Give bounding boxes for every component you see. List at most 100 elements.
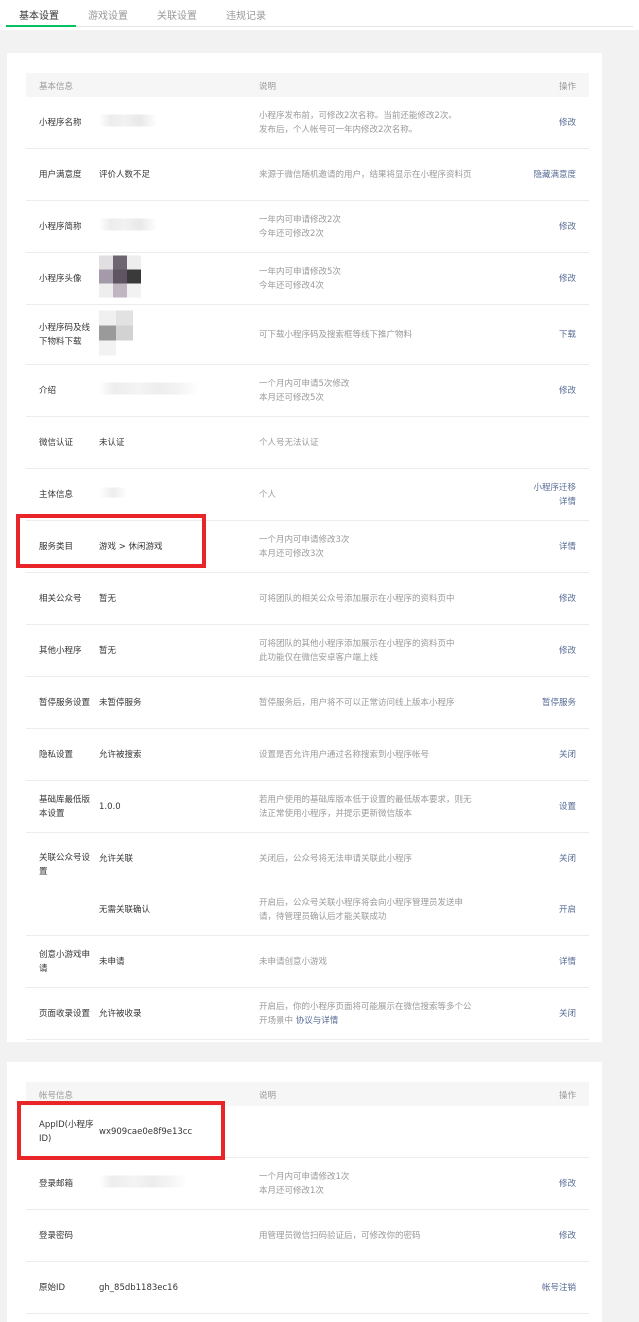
row-value: 评价人数不足 (99, 169, 151, 180)
row-label: 微信认证 (39, 437, 74, 448)
row-description: 可将团队的其他小程序添加展示在小程序的资料页中 此功能仅在微信安卓客户端上线 (259, 638, 455, 663)
set-min-version-link[interactable]: 设置 (559, 800, 576, 814)
hide-satisfaction-link[interactable]: 隐藏满意度 (533, 168, 576, 182)
edit-email-link[interactable]: 修改 (559, 1177, 576, 1191)
name-value-redacted (99, 114, 239, 131)
redacted-mask (99, 382, 199, 394)
edit-intro-link[interactable]: 修改 (559, 384, 576, 398)
row-link-official-account: 关联公众号设置 允许关联 关闭后，公众号将无法申请关联此小程序 关闭 (26, 833, 589, 884)
redacted-mask (99, 487, 127, 497)
row-creative-game: 创意小游戏申请 未申请 未申请创意小游戏 详情 (26, 936, 589, 988)
row-description: 开启后，你的小程序页面将可能展示在微信搜索等多个公 开场景中 协议与详情 (259, 1001, 472, 1026)
pause-service-link[interactable]: 暂停服务 (542, 696, 576, 710)
row-login-password: 登录密码 用管理员微信扫码验证后，可修改你的密码 修改 (26, 1210, 589, 1262)
row-introduction: 介绍 一个月内可申请5次修改 本月还可修改5次 修改 (26, 365, 589, 417)
intro-redacted (99, 382, 239, 399)
edit-related-account-link[interactable]: 修改 (559, 592, 576, 606)
header-account-info: 帐号信息 (39, 1091, 74, 1101)
row-description: 个人 (259, 489, 277, 500)
active-tab-indicator (6, 25, 76, 27)
protocol-details-link[interactable]: 协议与详情 (296, 1016, 339, 1026)
row-label: 页面收录设置 (39, 1008, 91, 1019)
row-label: 其他小程序 (39, 645, 82, 656)
row-description: 关闭后，公众号将无法申请关联此小程序 (259, 853, 413, 864)
row-qrcode-download: 小程序码及线下物料下载 可下载小程序码及搜索框等线下推广物料 下载 (26, 305, 589, 365)
highlight-box-service-category (16, 514, 206, 568)
row-page-indexing: 页面收录设置 允许被收录 开启后，你的小程序页面将可能展示在微信搜索等多个公 开场… (26, 988, 589, 1040)
row-label: 小程序简称 (39, 221, 82, 232)
row-value: 暂无 (99, 645, 117, 656)
row-description: 个人号无法认证 (259, 437, 319, 448)
creative-game-details-link[interactable]: 详情 (559, 955, 576, 969)
row-description: 一个月内可申请修改1次 本月还可修改1次 (259, 1171, 350, 1196)
redacted-mask (99, 218, 157, 230)
row-wechat-verification: 微信认证 未认证 个人号无法认证 (26, 417, 589, 469)
disable-search-link[interactable]: 关闭 (559, 748, 576, 762)
short-name-redacted (99, 218, 239, 235)
edit-avatar-link[interactable]: 修改 (559, 272, 576, 286)
row-label: 相关公众号 (39, 593, 82, 604)
row-description: 设置是否允许用户通过名称搜索到小程序帐号 (259, 749, 430, 760)
row-description: 一年内可申请修改5次 今年还可修改4次 (259, 266, 341, 291)
row-base-library-version: 基础库最低版本设置 1.0.0 若用户使用的基础库版本低于设置的最低版本要求，则… (26, 781, 589, 833)
redacted-mask (99, 1175, 187, 1187)
enable-confirmation-link[interactable]: 开启 (559, 903, 576, 917)
row-short-name: 小程序简称 一年内可申请修改2次 今年还可修改2次 修改 (26, 201, 589, 253)
row-value: 允许关联 (99, 853, 134, 864)
highlight-box-appid (17, 1101, 225, 1160)
cancel-account-link[interactable]: 帐号注销 (542, 1281, 576, 1295)
qrcode-icon (99, 310, 133, 355)
tab-game-settings[interactable]: 游戏设置 (88, 7, 128, 22)
subject-details-link[interactable]: 详情 (533, 495, 576, 509)
row-value: 未认证 (99, 437, 125, 448)
subject-redacted (99, 487, 239, 502)
avatar-image-redacted (99, 255, 239, 302)
row-description: 未申请创意小游戏 (259, 956, 328, 967)
row-related-official-account: 相关公众号 暂无 可将团队的相关公众号添加展示在小程序的资料页中 修改 (26, 573, 589, 625)
subject-operations: 小程序迁移 详情 (533, 481, 576, 509)
row-pause-service: 暂停服务设置 未暂停服务 暂停服务后，用户将不可以正常访问线上版本小程序 暂停服… (26, 677, 589, 729)
row-label: 小程序头像 (39, 273, 82, 284)
row-value: 未申请 (99, 956, 125, 967)
row-label: 用户满意度 (39, 169, 82, 180)
row-description: 用管理员微信扫码验证后，可修改你的密码 (259, 1230, 421, 1241)
download-materials-link[interactable]: 下载 (559, 328, 576, 342)
avatar (99, 255, 141, 297)
disable-linking-link[interactable]: 关闭 (559, 852, 576, 866)
row-avatar: 小程序头像 一年内可申请修改5次 今年还可修改4次 修改 (26, 253, 589, 305)
row-label: 创意小游戏申请 (39, 949, 91, 974)
row-description: 开启后，公众号关联小程序将会向小程序管理员发送申 请，待管理员确认后才能关联成功 (259, 897, 464, 922)
row-value: 无需关联确认 (99, 904, 151, 915)
row-value: 允许被搜索 (99, 749, 142, 760)
row-other-mini-programs: 其他小程序 暂无 可将团队的其他小程序添加展示在小程序的资料页中 此功能仅在微信安… (26, 625, 589, 677)
row-link-confirmation: 无需关联确认 开启后，公众号关联小程序将会向小程序管理员发送申 请，待管理员确认后… (26, 884, 589, 936)
row-label: 隐私设置 (39, 749, 74, 760)
tab-basic-settings[interactable]: 基本设置 (19, 7, 59, 22)
row-description: 小程序发布前，可修改2次名称。当前还能修改2次。 发布后，个人帐号可一年内修改2次… (259, 110, 457, 135)
tab-divider (6, 26, 633, 27)
header-description: 说明 (259, 82, 277, 92)
row-description: 暂停服务后，用户将不可以正常访问线上版本小程序 (259, 697, 455, 708)
migrate-mini-program-link[interactable]: 小程序迁移 (533, 481, 576, 495)
row-description: 来源于微信随机邀请的用户，结果将显示在小程序资料页 (259, 169, 472, 180)
row-label: 登录密码 (39, 1230, 74, 1241)
row-original-id: 原始ID gh_85db1183ec16 帐号注销 (26, 1262, 589, 1314)
tab-violation-records[interactable]: 违规记录 (226, 7, 266, 22)
edit-name-link[interactable]: 修改 (559, 116, 576, 130)
tab-link-settings[interactable]: 关联设置 (157, 7, 197, 22)
category-details-link[interactable]: 详情 (559, 540, 576, 554)
edit-short-name-link[interactable]: 修改 (559, 220, 576, 234)
row-value: 允许被收录 (99, 1008, 142, 1019)
row-description: 可下载小程序码及搜索框等线下推广物料 (259, 329, 413, 340)
row-label: 登录邮箱 (39, 1178, 74, 1189)
row-description: 可将团队的相关公众号添加展示在小程序的资料页中 (259, 593, 455, 604)
disable-indexing-link[interactable]: 关闭 (559, 1007, 576, 1021)
edit-password-link[interactable]: 修改 (559, 1229, 576, 1243)
header-operation: 操作 (558, 82, 576, 92)
row-description: 一个月内可申请5次修改 本月还可修改5次 (259, 378, 350, 403)
row-label: 小程序码及线下物料下载 (39, 322, 91, 347)
row-value: 1.0.0 (99, 801, 121, 812)
redacted-mask (99, 114, 157, 126)
row-user-satisfaction: 用户满意度 评价人数不足 来源于微信随机邀请的用户，结果将显示在小程序资料页 隐… (26, 149, 589, 201)
edit-other-programs-link[interactable]: 修改 (559, 644, 576, 658)
